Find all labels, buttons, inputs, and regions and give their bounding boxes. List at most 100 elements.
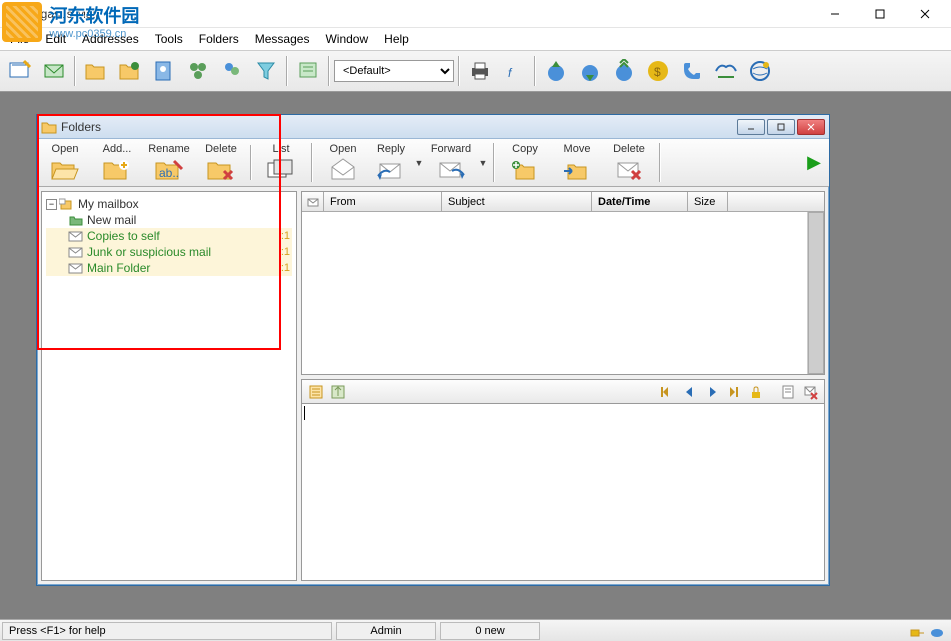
read-new-button[interactable] <box>38 55 70 87</box>
tree-label: My mailbox <box>78 197 139 211</box>
folder-list-button[interactable]: List <box>256 141 306 184</box>
identity-select[interactable]: <Default> <box>334 60 454 82</box>
preview-next-button[interactable] <box>702 382 722 402</box>
reply-dropdown-arrow[interactable]: ▼ <box>414 141 424 184</box>
folder-rename-icon: ab.. <box>153 157 185 182</box>
identities-button[interactable] <box>216 55 248 87</box>
message-list-header: From Subject Date/Time Size <box>302 192 824 212</box>
folders-window: Folders Open Add... Rename ab.. <box>36 114 830 586</box>
message-preview[interactable] <box>301 403 825 581</box>
envelope-reply-icon <box>375 157 407 183</box>
menu-messages[interactable]: Messages <box>247 29 318 49</box>
offline-button[interactable] <box>710 55 742 87</box>
tree-root-mailbox[interactable]: − My mailbox <box>46 196 292 212</box>
menu-edit[interactable]: Edit <box>37 29 74 49</box>
child-close-button[interactable] <box>797 119 825 135</box>
msg-delete-button[interactable]: Delete <box>604 141 654 184</box>
folder-tree[interactable]: − My mailbox New mail Copies to self :1 <box>42 192 296 580</box>
col-subject[interactable]: Subject <box>442 192 592 211</box>
tree-item-junk[interactable]: Junk or suspicious mail :1 <box>46 244 292 260</box>
window-title: Pegasus Mail <box>26 7 812 21</box>
toolbar-separator <box>74 56 76 86</box>
maximize-button[interactable] <box>857 0 902 28</box>
tree-item-copies-to-self[interactable]: Copies to self :1 <box>46 228 292 244</box>
main-titlebar: Pegasus Mail <box>0 0 951 28</box>
app-icon <box>4 6 20 22</box>
check-mail-button[interactable] <box>574 55 606 87</box>
menu-addresses[interactable]: Addresses <box>74 29 147 49</box>
menu-window[interactable]: Window <box>317 29 376 49</box>
preview-delete-button[interactable] <box>800 382 820 402</box>
col-datetime[interactable]: Date/Time <box>592 192 688 211</box>
preview-prev-all-button[interactable] <box>658 382 678 402</box>
collapse-icon[interactable]: − <box>46 199 57 210</box>
status-user: Admin <box>336 622 436 640</box>
preview-attach-button[interactable] <box>328 382 348 402</box>
ie-button[interactable] <box>744 55 776 87</box>
folders2-button[interactable] <box>114 55 146 87</box>
mailbox-icon <box>59 197 75 211</box>
tree-label: New mail <box>87 213 136 227</box>
msg-reply-button[interactable]: Reply <box>370 141 412 185</box>
folder-delete-button[interactable]: Delete <box>196 141 246 184</box>
minimize-button[interactable] <box>812 0 857 28</box>
folder-rename-button[interactable]: Rename ab.. <box>144 141 194 184</box>
selective-download-button[interactable]: $ <box>642 55 674 87</box>
tree-item-new-mail[interactable]: New mail <box>46 212 292 228</box>
filter-button[interactable] <box>250 55 282 87</box>
addressbook-button[interactable] <box>148 55 180 87</box>
msg-forward-button[interactable]: Forward <box>426 141 476 184</box>
folder-add-button[interactable]: Add... <box>92 141 142 184</box>
col-status-icon[interactable] <box>302 192 324 211</box>
menu-tools[interactable]: Tools <box>147 29 191 49</box>
main-toolbar: <Default> f $ <box>0 50 951 92</box>
close-button[interactable] <box>902 0 947 28</box>
status-online-icon[interactable] <box>929 624 945 638</box>
message-list[interactable]: From Subject Date/Time Size <box>301 191 825 375</box>
compose-button[interactable] <box>4 55 36 87</box>
msg-copy-button[interactable]: Copy <box>500 141 550 184</box>
folder-open-button[interactable]: Open <box>40 141 90 184</box>
folders-button[interactable] <box>80 55 112 87</box>
toolbar-separator <box>250 145 252 180</box>
phone-button[interactable] <box>676 55 708 87</box>
dist-lists-button[interactable] <box>182 55 214 87</box>
envelope-open-icon <box>327 157 359 182</box>
toolbar-separator <box>493 143 495 182</box>
child-minimize-button[interactable] <box>737 119 765 135</box>
tree-label: Junk or suspicious mail <box>87 245 211 259</box>
toolbar-more-button[interactable]: ▶ <box>803 139 825 186</box>
preview-lock-button[interactable] <box>746 382 766 402</box>
status-help: Press <F1> for help <box>2 622 332 640</box>
tree-count: :1 <box>281 230 292 242</box>
menu-file[interactable]: File <box>2 29 37 49</box>
preview-prev-button[interactable] <box>680 382 700 402</box>
msg-move-button[interactable]: Move <box>552 141 602 184</box>
send-receive-button[interactable] <box>540 55 572 87</box>
noticeboards-button[interactable] <box>292 55 324 87</box>
message-list-scrollbar[interactable] <box>807 212 824 374</box>
send-queued-button[interactable] <box>608 55 640 87</box>
child-maximize-button[interactable] <box>767 119 795 135</box>
menu-help[interactable]: Help <box>376 29 417 49</box>
svg-text:f: f <box>508 66 513 80</box>
col-size[interactable]: Size <box>688 192 728 211</box>
menubar: File Edit Addresses Tools Folders Messag… <box>0 28 951 50</box>
tree-item-main-folder[interactable]: Main Folder :1 <box>46 260 292 276</box>
msg-open-button[interactable]: Open <box>318 141 368 184</box>
message-list-body[interactable] <box>302 212 824 374</box>
menu-folders[interactable]: Folders <box>191 29 247 49</box>
status-network-icon[interactable] <box>909 624 925 638</box>
preview-raw-button[interactable] <box>306 382 326 402</box>
toolbar-separator <box>286 56 288 86</box>
col-from[interactable]: From <box>324 192 442 211</box>
folders-titlebar[interactable]: Folders <box>37 115 829 139</box>
toolbar-separator <box>659 143 661 182</box>
preview-next-all-button[interactable] <box>724 382 744 402</box>
folder-move-icon <box>561 157 593 182</box>
folder-list-icon <box>265 157 297 182</box>
font-button[interactable]: f <box>498 55 530 87</box>
print-button[interactable] <box>464 55 496 87</box>
forward-dropdown-arrow[interactable]: ▼ <box>478 141 488 184</box>
preview-print-button[interactable] <box>778 382 798 402</box>
